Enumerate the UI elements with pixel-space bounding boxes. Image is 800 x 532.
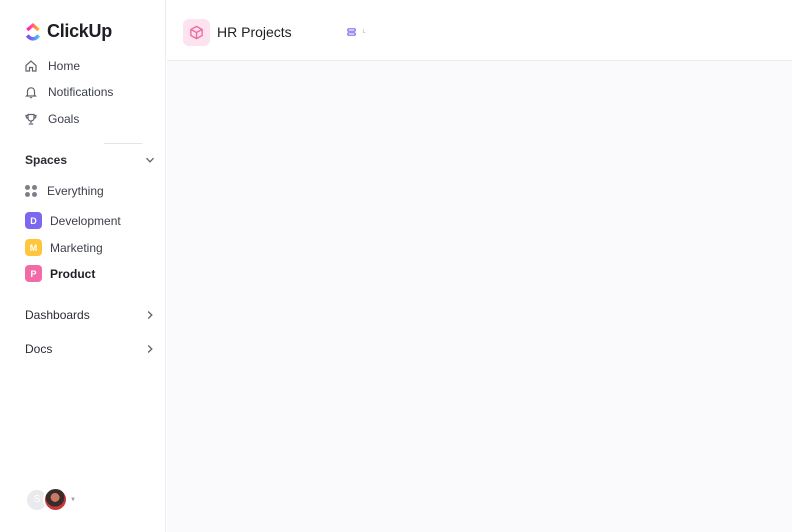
everything-label: Everything xyxy=(47,184,104,198)
caret-down-icon: ▼ xyxy=(70,496,76,503)
user-menu[interactable]: S ▼ xyxy=(25,487,76,512)
avatar xyxy=(43,487,68,512)
page-title: HR Projects xyxy=(217,24,292,40)
cube-icon xyxy=(190,25,203,40)
space-label-development: Development xyxy=(50,213,121,228)
nav-home[interactable]: Home xyxy=(24,59,80,73)
main-content-area xyxy=(167,61,792,532)
space-development[interactable]: D Development xyxy=(25,212,121,229)
spaces-header[interactable]: Spaces xyxy=(25,153,155,167)
project-header: HR Projects L xyxy=(167,0,792,61)
spaces-heading: Spaces xyxy=(25,153,68,167)
nav-home-label: Home xyxy=(48,59,81,73)
trophy-icon xyxy=(25,113,37,125)
chevron-right-icon[interactable] xyxy=(145,344,155,354)
dashboards-label: Dashboards xyxy=(25,308,90,322)
dashboards-header[interactable]: Dashboards xyxy=(25,308,155,322)
list-view-icon[interactable] xyxy=(347,28,356,36)
nav-goals-label: Goals xyxy=(48,112,80,126)
space-label-product: Product xyxy=(50,266,96,281)
space-label-marketing: Marketing xyxy=(50,240,103,255)
nav-notifications-label: Notifications xyxy=(48,85,114,99)
grid-dots-icon xyxy=(25,185,37,197)
space-marketing[interactable]: M Marketing xyxy=(25,239,103,256)
sidebar: ClickUp Home Notifications Goals Spaces xyxy=(0,0,166,532)
bell-icon xyxy=(25,87,37,99)
home-icon xyxy=(25,60,37,72)
space-badge-product: P xyxy=(25,265,42,282)
docs-label: Docs xyxy=(25,342,53,356)
view-label: L xyxy=(363,29,366,35)
project-icon[interactable] xyxy=(183,19,210,46)
chevron-right-icon[interactable] xyxy=(145,310,155,320)
space-badge-marketing: M xyxy=(25,239,42,256)
space-product[interactable]: P Product xyxy=(25,265,95,282)
space-everything[interactable]: Everything xyxy=(25,184,104,198)
app-logo[interactable]: ClickUp xyxy=(24,21,112,42)
nav-goals[interactable]: Goals xyxy=(24,112,79,126)
chevron-down-icon[interactable] xyxy=(145,155,155,165)
docs-header[interactable]: Docs xyxy=(25,342,155,356)
space-badge-development: D xyxy=(25,212,42,229)
nav-notifications[interactable]: Notifications xyxy=(24,85,113,99)
clickup-logo-icon xyxy=(26,22,40,41)
app-name: ClickUp xyxy=(47,21,112,41)
sidebar-divider xyxy=(104,143,142,144)
